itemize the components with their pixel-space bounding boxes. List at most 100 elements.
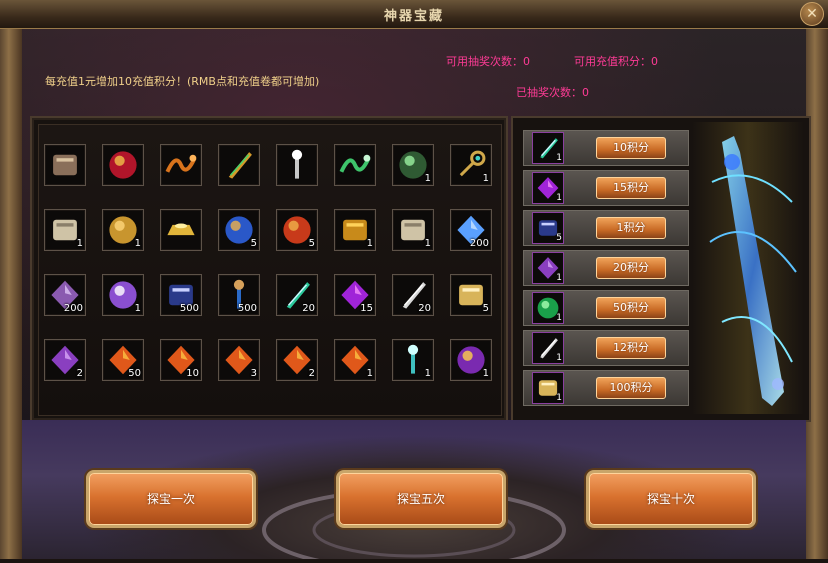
item-slot[interactable]: 1 bbox=[334, 339, 376, 381]
item-slot[interactable]: 500 bbox=[160, 274, 202, 316]
window-title: 神器宝藏 bbox=[383, 9, 444, 24]
item-slot[interactable]: 1 bbox=[102, 209, 144, 251]
item-count: 2 bbox=[308, 368, 315, 379]
item-slot[interactable] bbox=[334, 144, 376, 186]
reward-slot[interactable]: 1 bbox=[532, 172, 564, 204]
item-count: 200 bbox=[469, 238, 489, 249]
golden-sword-icon bbox=[222, 148, 256, 182]
item-count: 1 bbox=[482, 173, 489, 184]
item-slot[interactable]: 1 bbox=[334, 209, 376, 251]
item-slot[interactable]: 1 bbox=[102, 274, 144, 316]
item-slot[interactable]: 5 bbox=[276, 209, 318, 251]
reward-row: 1 12积分 bbox=[523, 330, 689, 366]
item-count: 5 bbox=[482, 303, 489, 314]
reward-count: 1 bbox=[556, 153, 562, 163]
item-count: 1 bbox=[482, 368, 489, 379]
red-orb-icon bbox=[106, 148, 140, 182]
reward-points-label: 1积分 bbox=[596, 217, 666, 239]
item-count: 10 bbox=[186, 368, 199, 379]
item-count: 2 bbox=[76, 368, 83, 379]
reward-slot[interactable]: 5 bbox=[532, 212, 564, 244]
draw-five-button[interactable]: 探宝五次 bbox=[336, 470, 506, 528]
draw-once-button[interactable]: 探宝一次 bbox=[86, 470, 256, 528]
reward-points-label: 15积分 bbox=[596, 177, 666, 199]
item-slot[interactable]: 200 bbox=[44, 274, 86, 316]
item-slot[interactable]: 1 bbox=[44, 209, 86, 251]
reward-points-label: 20积分 bbox=[596, 257, 666, 279]
reward-points-label: 10积分 bbox=[596, 137, 666, 159]
reward-count: 5 bbox=[556, 233, 562, 243]
item-count: 500 bbox=[179, 303, 199, 314]
item-count: 1 bbox=[424, 238, 431, 249]
item-count: 15 bbox=[360, 303, 373, 314]
item-slot[interactable] bbox=[276, 144, 318, 186]
item-slot[interactable]: 5 bbox=[218, 209, 260, 251]
weapon-display bbox=[692, 122, 804, 414]
reward-count: 1 bbox=[556, 353, 562, 363]
item-count: 5 bbox=[308, 238, 315, 249]
item-count: 500 bbox=[237, 303, 257, 314]
item-count: 200 bbox=[63, 303, 83, 314]
item-count: 1 bbox=[76, 238, 83, 249]
title-bar: 神器宝藏 ✕ bbox=[0, 0, 828, 29]
item-count: 3 bbox=[250, 368, 257, 379]
armor-gauntlet-icon bbox=[48, 148, 82, 182]
silver-staff-icon bbox=[280, 148, 314, 182]
item-slot[interactable]: 2 bbox=[276, 339, 318, 381]
item-slot[interactable]: 1 bbox=[450, 144, 492, 186]
item-slot[interactable]: 1 bbox=[392, 209, 434, 251]
reward-count: 1 bbox=[556, 273, 562, 283]
glowing-sword-icon bbox=[709, 136, 797, 406]
close-button[interactable]: ✕ bbox=[800, 2, 824, 26]
item-count: 1 bbox=[424, 368, 431, 379]
item-slot[interactable] bbox=[160, 209, 202, 251]
reward-slot[interactable]: 1 bbox=[532, 252, 564, 284]
item-slot[interactable]: 1 bbox=[450, 339, 492, 381]
item-count: 50 bbox=[128, 368, 141, 379]
item-slot[interactable] bbox=[218, 144, 260, 186]
item-slot[interactable] bbox=[44, 144, 86, 186]
item-count: 1 bbox=[134, 238, 141, 249]
item-slot[interactable]: 5 bbox=[450, 274, 492, 316]
recharge-points-text: 可用充值积分：0 bbox=[574, 55, 658, 68]
item-count: 20 bbox=[418, 303, 431, 314]
item-count: 5 bbox=[250, 238, 257, 249]
item-slot[interactable]: 10 bbox=[160, 339, 202, 381]
reward-count: 1 bbox=[556, 193, 562, 203]
jade-whip-icon bbox=[338, 148, 372, 182]
reward-points-label: 100积分 bbox=[596, 377, 666, 399]
item-slot[interactable]: 200 bbox=[450, 209, 492, 251]
item-slot[interactable]: 2 bbox=[44, 339, 86, 381]
reward-row: 1 20积分 bbox=[523, 250, 689, 286]
item-count: 1 bbox=[134, 303, 141, 314]
reward-count: 1 bbox=[556, 313, 562, 323]
item-slot[interactable]: 50 bbox=[102, 339, 144, 381]
reward-row: 1 10积分 bbox=[523, 130, 689, 166]
reward-points-label: 50积分 bbox=[596, 297, 666, 319]
item-count: 20 bbox=[302, 303, 315, 314]
item-slot[interactable]: 3 bbox=[218, 339, 260, 381]
gold-ingot-icon bbox=[164, 213, 198, 247]
item-slot[interactable]: 20 bbox=[276, 274, 318, 316]
item-slot[interactable]: 1 bbox=[392, 339, 434, 381]
item-slot[interactable]: 20 bbox=[392, 274, 434, 316]
item-slot[interactable]: 1 bbox=[392, 144, 434, 186]
reward-row: 5 1积分 bbox=[523, 210, 689, 246]
item-slot[interactable]: 15 bbox=[334, 274, 376, 316]
reward-row: 1 100积分 bbox=[523, 370, 689, 406]
left-border bbox=[0, 22, 22, 559]
reward-slot[interactable]: 1 bbox=[532, 332, 564, 364]
reward-row: 1 15积分 bbox=[523, 170, 689, 206]
item-count: 1 bbox=[366, 368, 373, 379]
recharge-info-text: 每充值1元增加10充值积分！(RMB点和充值卷都可增加) bbox=[45, 75, 320, 88]
reward-slot[interactable]: 1 bbox=[532, 372, 564, 404]
reward-slot[interactable]: 1 bbox=[532, 292, 564, 324]
reward-slot[interactable]: 1 bbox=[532, 132, 564, 164]
dragon-charm-icon bbox=[164, 148, 198, 182]
item-slot[interactable] bbox=[102, 144, 144, 186]
draw-ten-button[interactable]: 探宝十次 bbox=[586, 470, 756, 528]
item-slot[interactable] bbox=[160, 144, 202, 186]
item-count: 1 bbox=[424, 173, 431, 184]
item-slot[interactable]: 500 bbox=[218, 274, 260, 316]
reward-row: 1 50积分 bbox=[523, 290, 689, 326]
